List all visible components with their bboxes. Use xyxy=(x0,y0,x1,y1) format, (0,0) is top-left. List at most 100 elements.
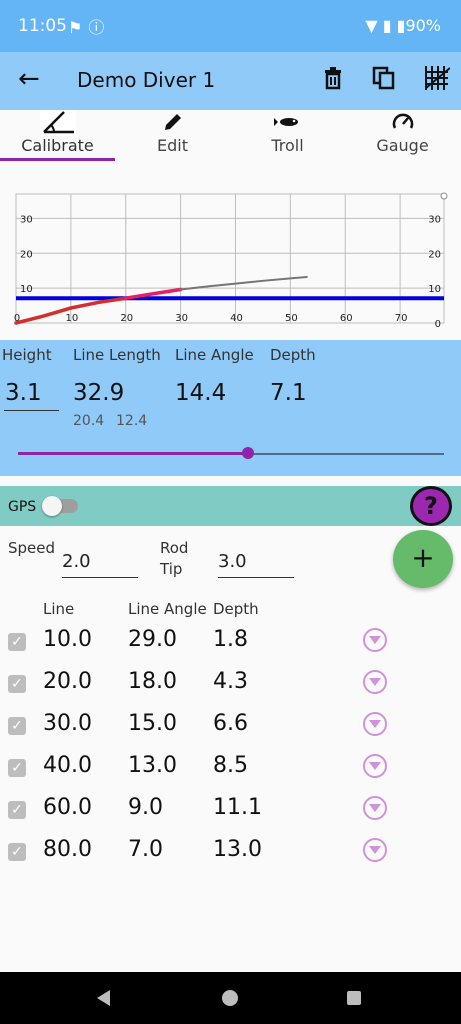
nav-home-icon[interactable] xyxy=(222,990,238,1006)
status-right: ▼ ▮ ▮90% xyxy=(365,16,441,35)
page-title: Demo Diver 1 xyxy=(77,68,216,92)
x-tick-label: 40 xyxy=(230,313,243,324)
speed-input[interactable]: 2.0 xyxy=(62,551,138,578)
row-dropdown-icon[interactable] xyxy=(363,712,387,736)
tab-troll[interactable]: Troll xyxy=(230,110,345,162)
table-row: ✓ 20.0 18.0 4.3 xyxy=(0,663,461,705)
tab-indicator xyxy=(0,158,115,161)
depth-header: Depth xyxy=(270,346,316,364)
table-row: ✓ 10.0 29.0 1.8 xyxy=(0,621,461,663)
gauge-icon xyxy=(345,110,460,136)
row-line: 10.0 xyxy=(43,627,92,652)
back-arrow-icon[interactable]: ← xyxy=(18,64,40,94)
chart-corner-marker xyxy=(440,192,448,200)
y-tick-label: 20 xyxy=(20,249,33,260)
row-dropdown-icon[interactable] xyxy=(363,670,387,694)
gps-toggle[interactable] xyxy=(42,496,78,516)
y-tick-label: 10 xyxy=(20,284,33,295)
table-row: ✓ 30.0 15.0 6.6 xyxy=(0,705,461,747)
height-underline xyxy=(4,410,59,411)
status-time: 11:05 xyxy=(18,16,67,36)
row-dropdown-icon[interactable] xyxy=(363,628,387,652)
nav-recents-icon[interactable] xyxy=(347,991,361,1005)
help-button[interactable]: ? xyxy=(410,486,452,526)
speed-label: Speed xyxy=(8,539,56,557)
sub-value-b: 12.4 xyxy=(116,413,148,429)
y-tick-label-right: 10 xyxy=(428,284,441,295)
x-tick-label: 10 xyxy=(66,313,79,324)
battery-level: 90% xyxy=(405,16,441,35)
gps-label: GPS xyxy=(8,499,37,515)
row-line: 40.0 xyxy=(43,753,92,778)
row-depth: 11.1 xyxy=(213,795,262,820)
grid-chart-icon[interactable] xyxy=(424,66,451,96)
y-tick-label: 30 xyxy=(20,214,33,225)
y-tick-label-right: 30 xyxy=(428,214,441,225)
x-tick-label: 70 xyxy=(395,313,408,324)
tab-gauge[interactable]: Gauge xyxy=(345,110,460,162)
col-depth-header: Depth xyxy=(213,600,259,618)
notification-icons: ⚑ⓘ xyxy=(68,18,111,37)
row-angle: 15.0 xyxy=(128,711,177,736)
row-dropdown-icon[interactable] xyxy=(363,754,387,778)
row-depth: 1.8 xyxy=(213,627,248,652)
row-depth: 13.0 xyxy=(213,837,262,862)
x-tick-label: 50 xyxy=(285,313,298,324)
depth-value: 7.1 xyxy=(270,380,307,406)
x-tick-label: 30 xyxy=(175,313,188,324)
calibration-chart: 0 10 20 30 40 50 60 70010 1020 2030 30 xyxy=(14,192,448,330)
row-angle: 7.0 xyxy=(128,837,163,862)
row-depth: 6.6 xyxy=(213,711,248,736)
row-checkbox[interactable]: ✓ xyxy=(8,843,26,861)
line-angle-value: 14.4 xyxy=(175,380,227,406)
line-length-value: 32.9 xyxy=(73,380,125,406)
toggle-knob xyxy=(42,496,62,516)
tab-edit-label: Edit xyxy=(157,136,188,155)
angle-icon xyxy=(0,110,115,136)
tab-edit[interactable]: Edit xyxy=(115,110,230,162)
row-checkbox[interactable]: ✓ xyxy=(8,759,26,777)
delete-icon[interactable] xyxy=(322,66,344,96)
row-angle: 29.0 xyxy=(128,627,177,652)
height-header: Height xyxy=(2,346,52,364)
sub-value-a: 20.4 xyxy=(73,413,105,429)
nav-back-icon[interactable] xyxy=(97,990,110,1006)
row-dropdown-icon[interactable] xyxy=(363,796,387,820)
add-button[interactable]: + xyxy=(393,530,453,588)
row-checkbox[interactable]: ✓ xyxy=(8,717,26,735)
y-tick-label-right: 20 xyxy=(428,249,441,260)
copy-icon[interactable] xyxy=(372,66,396,96)
col-line-header: Line xyxy=(43,600,75,618)
tab-gauge-label: Gauge xyxy=(376,136,429,155)
x-tick-label: 20 xyxy=(120,313,133,324)
tip-label: Tip xyxy=(160,560,183,578)
line-angle-header: Line Angle xyxy=(175,346,254,364)
height-input[interactable]: 3.1 xyxy=(5,380,42,406)
row-line: 80.0 xyxy=(43,837,92,862)
row-checkbox[interactable]: ✓ xyxy=(8,801,26,819)
rod-tip-input[interactable]: 3.0 xyxy=(218,551,294,578)
row-dropdown-icon[interactable] xyxy=(363,838,387,862)
status-bar: 11:05 ⚑ⓘ ▼ ▮ ▮90% xyxy=(0,0,461,52)
slider-thumb[interactable] xyxy=(242,447,255,459)
table-row: ✓ 80.0 7.0 13.0 xyxy=(0,831,461,873)
fish-icon xyxy=(230,110,345,136)
col-angle-header: Line Angle xyxy=(128,600,207,618)
row-checkbox[interactable]: ✓ xyxy=(8,675,26,693)
line-length-header: Line Length xyxy=(73,346,161,364)
row-depth: 4.3 xyxy=(213,669,248,694)
app-bar: ← Demo Diver 1 xyxy=(0,52,461,110)
wifi-icon: ▼ xyxy=(365,16,378,35)
row-angle: 18.0 xyxy=(128,669,177,694)
gps-bar: GPS xyxy=(0,486,461,526)
table-row: ✓ 40.0 13.0 8.5 xyxy=(0,747,461,789)
rod-label: Rod xyxy=(160,539,189,557)
system-nav-bar xyxy=(0,972,461,1024)
tab-calibrate-label: Calibrate xyxy=(21,136,94,155)
chart-frame xyxy=(15,193,445,324)
tab-calibrate[interactable]: Calibrate xyxy=(0,110,115,162)
tab-troll-label: Troll xyxy=(271,136,304,155)
row-checkbox[interactable]: ✓ xyxy=(8,633,26,651)
row-depth: 8.5 xyxy=(213,753,248,778)
x-tick-label: 60 xyxy=(340,313,353,324)
